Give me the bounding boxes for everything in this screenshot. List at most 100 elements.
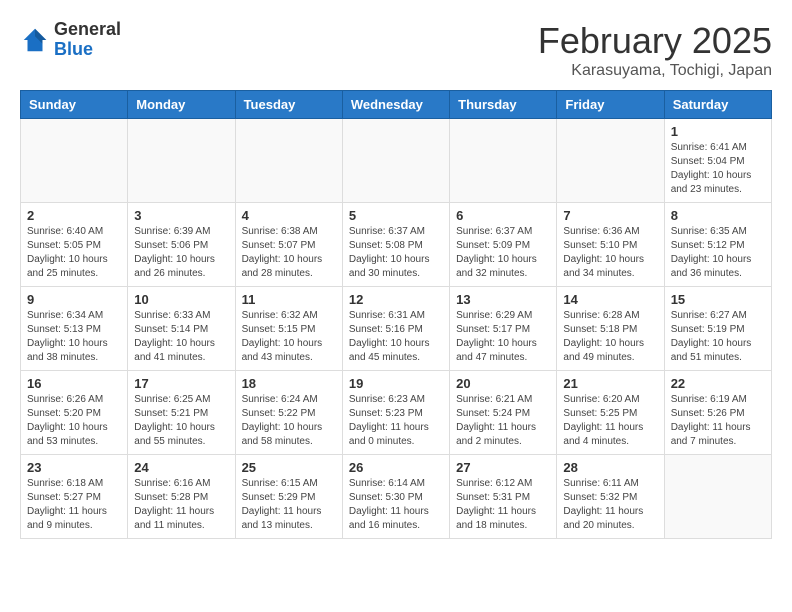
day-number: 26 [349,460,443,475]
calendar-cell [557,119,664,203]
day-number: 27 [456,460,550,475]
calendar-week-3: 16 Sunrise: 6:26 AM Sunset: 5:20 PM Dayli… [21,371,772,455]
day-detail: Sunrise: 6:40 AM Sunset: 5:05 PM Dayligh… [27,225,121,281]
calendar-cell: 17 Sunrise: 6:25 AM Sunset: 5:21 PM Dayli… [128,371,235,455]
day-number: 7 [563,208,657,223]
calendar-cell [21,119,128,203]
weekday-header-monday: Monday [128,91,235,119]
weekday-header-friday: Friday [557,91,664,119]
calendar-cell: 24Sunrise: 6:16 AM Sunset: 5:28 PM Dayli… [128,455,235,539]
day-detail: Sunrise: 6:41 AM Sunset: 5:04 PM Dayligh… [671,141,765,197]
logo: General Blue [20,20,121,60]
day-number: 4 [242,208,336,223]
day-detail: Sunrise: 6:26 AM Sunset: 5:20 PM Dayligh… [27,393,121,449]
logo-icon [20,25,50,55]
day-detail: Sunrise: 6:12 AM Sunset: 5:31 PM Dayligh… [456,477,550,533]
day-detail: Sunrise: 6:36 AM Sunset: 5:10 PM Dayligh… [563,225,657,281]
day-detail: Sunrise: 6:32 AM Sunset: 5:15 PM Dayligh… [242,309,336,365]
calendar-cell: 18 Sunrise: 6:24 AM Sunset: 5:22 PM Dayli… [235,371,342,455]
day-detail: Sunrise: 6:14 AM Sunset: 5:30 PM Dayligh… [349,477,443,533]
calendar-cell: 25 Sunrise: 6:15 AM Sunset: 5:29 PM Dayli… [235,455,342,539]
calendar-cell: 15 Sunrise: 6:27 AM Sunset: 5:19 PM Dayli… [664,287,771,371]
day-number: 3 [134,208,228,223]
day-number: 5 [349,208,443,223]
day-number: 17 [134,376,228,391]
calendar-week-2: 9 Sunrise: 6:34 AM Sunset: 5:13 PM Daylig… [21,287,772,371]
day-number: 25 [242,460,336,475]
day-detail: Sunrise: 6:35 AM Sunset: 5:12 PM Dayligh… [671,225,765,281]
weekday-header-sunday: Sunday [21,91,128,119]
day-number: 18 [242,376,336,391]
day-detail: Sunrise: 6:23 AM Sunset: 5:23 PM Dayligh… [349,393,443,449]
calendar-week-1: 2 Sunrise: 6:40 AM Sunset: 5:05 PM Daylig… [21,203,772,287]
calendar-cell: 28Sunrise: 6:11 AM Sunset: 5:32 PM Dayli… [557,455,664,539]
day-detail: Sunrise: 6:37 AM Sunset: 5:08 PM Dayligh… [349,225,443,281]
calendar-cell [664,455,771,539]
calendar-cell: 3 Sunrise: 6:39 AM Sunset: 5:06 PM Daylig… [128,203,235,287]
calendar-cell: 1 Sunrise: 6:41 AM Sunset: 5:04 PM Daylig… [664,119,771,203]
day-number: 13 [456,292,550,307]
calendar-week-4: 23 Sunrise: 6:18 AM Sunset: 5:27 PM Dayli… [21,455,772,539]
logo-blue-text: Blue [54,39,93,59]
calendar-cell: 5 Sunrise: 6:37 AM Sunset: 5:08 PM Daylig… [342,203,449,287]
day-detail: Sunrise: 6:21 AM Sunset: 5:24 PM Dayligh… [456,393,550,449]
day-detail: Sunrise: 6:27 AM Sunset: 5:19 PM Dayligh… [671,309,765,365]
calendar-cell: 4 Sunrise: 6:38 AM Sunset: 5:07 PM Daylig… [235,203,342,287]
calendar-cell [450,119,557,203]
calendar-cell: 14 Sunrise: 6:28 AM Sunset: 5:18 PM Dayli… [557,287,664,371]
weekday-header-row: SundayMondayTuesdayWednesdayThursdayFrid… [21,91,772,119]
calendar-table: SundayMondayTuesdayWednesdayThursdayFrid… [20,90,772,539]
calendar-cell: 12 Sunrise: 6:31 AM Sunset: 5:16 PM Dayli… [342,287,449,371]
calendar-cell: 21Sunrise: 6:20 AM Sunset: 5:25 PM Dayli… [557,371,664,455]
day-number: 9 [27,292,121,307]
weekday-header-tuesday: Tuesday [235,91,342,119]
calendar-week-0: 1 Sunrise: 6:41 AM Sunset: 5:04 PM Daylig… [21,119,772,203]
day-detail: Sunrise: 6:37 AM Sunset: 5:09 PM Dayligh… [456,225,550,281]
calendar-cell: 27 Sunrise: 6:12 AM Sunset: 5:31 PM Dayli… [450,455,557,539]
calendar-cell: 8 Sunrise: 6:35 AM Sunset: 5:12 PM Daylig… [664,203,771,287]
weekday-header-thursday: Thursday [450,91,557,119]
weekday-header-saturday: Saturday [664,91,771,119]
day-number: 23 [27,460,121,475]
calendar-cell: 16 Sunrise: 6:26 AM Sunset: 5:20 PM Dayli… [21,371,128,455]
day-detail: Sunrise: 6:34 AM Sunset: 5:13 PM Dayligh… [27,309,121,365]
day-number: 16 [27,376,121,391]
day-number: 24 [134,460,228,475]
day-number: 14 [563,292,657,307]
day-number: 22 [671,376,765,391]
calendar-cell: 7 Sunrise: 6:36 AM Sunset: 5:10 PM Daylig… [557,203,664,287]
day-number: 21 [563,376,657,391]
day-detail: Sunrise: 6:15 AM Sunset: 5:29 PM Dayligh… [242,477,336,533]
calendar-cell: 2 Sunrise: 6:40 AM Sunset: 5:05 PM Daylig… [21,203,128,287]
calendar-cell: 10Sunrise: 6:33 AM Sunset: 5:14 PM Dayli… [128,287,235,371]
day-number: 8 [671,208,765,223]
day-detail: Sunrise: 6:38 AM Sunset: 5:07 PM Dayligh… [242,225,336,281]
day-detail: Sunrise: 6:24 AM Sunset: 5:22 PM Dayligh… [242,393,336,449]
day-number: 2 [27,208,121,223]
day-detail: Sunrise: 6:25 AM Sunset: 5:21 PM Dayligh… [134,393,228,449]
page-header: General Blue February 2025 Karasuyama, T… [20,20,772,80]
day-number: 20 [456,376,550,391]
day-number: 19 [349,376,443,391]
day-number: 1 [671,124,765,139]
calendar-cell: 13 Sunrise: 6:29 AM Sunset: 5:17 PM Dayli… [450,287,557,371]
calendar-cell: 19 Sunrise: 6:23 AM Sunset: 5:23 PM Dayli… [342,371,449,455]
day-number: 10 [134,292,228,307]
calendar-cell: 22 Sunrise: 6:19 AM Sunset: 5:26 PM Dayli… [664,371,771,455]
day-number: 12 [349,292,443,307]
calendar-cell [128,119,235,203]
day-detail: Sunrise: 6:39 AM Sunset: 5:06 PM Dayligh… [134,225,228,281]
calendar-cell: 26 Sunrise: 6:14 AM Sunset: 5:30 PM Dayli… [342,455,449,539]
day-detail: Sunrise: 6:31 AM Sunset: 5:16 PM Dayligh… [349,309,443,365]
calendar-cell: 20 Sunrise: 6:21 AM Sunset: 5:24 PM Dayli… [450,371,557,455]
day-number: 15 [671,292,765,307]
location-subtitle: Karasuyama, Tochigi, Japan [538,62,772,80]
day-detail: Sunrise: 6:28 AM Sunset: 5:18 PM Dayligh… [563,309,657,365]
calendar-cell [342,119,449,203]
calendar-cell [235,119,342,203]
day-detail: Sunrise: 6:19 AM Sunset: 5:26 PM Dayligh… [671,393,765,449]
day-number: 6 [456,208,550,223]
day-detail: Sunrise: 6:18 AM Sunset: 5:27 PM Dayligh… [27,477,121,533]
day-detail: Sunrise: 6:29 AM Sunset: 5:17 PM Dayligh… [456,309,550,365]
day-number: 28 [563,460,657,475]
